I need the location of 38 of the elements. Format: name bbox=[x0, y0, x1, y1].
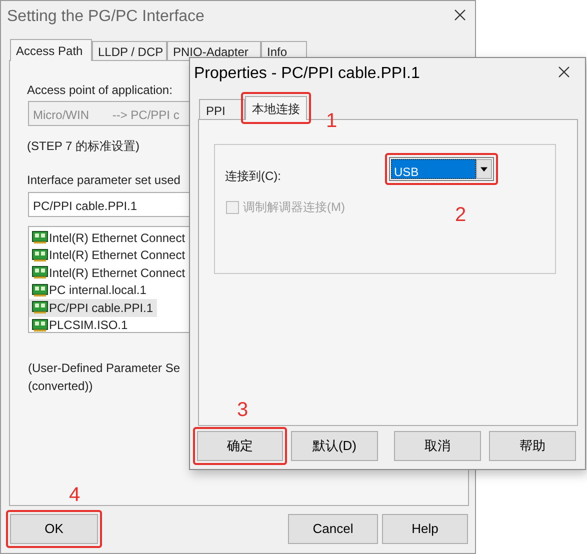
tab[interactable]: 本地连接 bbox=[245, 96, 307, 120]
field-label: Access point of application: bbox=[27, 82, 172, 99]
dialog-button[interactable]: 默认(D) bbox=[291, 431, 378, 461]
dialog-button[interactable]: OK bbox=[10, 514, 98, 544]
tab[interactable]: LLDP / DCP bbox=[92, 41, 167, 61]
tab[interactable]: PPI bbox=[199, 99, 245, 120]
network-card-icon bbox=[32, 284, 48, 297]
list-item[interactable]: PC/PPI cable.PPI.1 bbox=[29, 299, 158, 316]
annotation-number: 2 bbox=[455, 203, 466, 228]
connection-dropdown[interactable]: USB bbox=[389, 157, 494, 181]
dialog-button[interactable]: Cancel bbox=[288, 514, 378, 544]
close-icon[interactable] bbox=[558, 66, 570, 78]
list-item[interactable]: Intel(R) Ethernet Connect bbox=[29, 246, 190, 264]
dialog-button[interactable]: 取消 bbox=[394, 431, 481, 461]
network-card-icon bbox=[32, 231, 48, 244]
field-label: Interface parameter set used bbox=[27, 172, 180, 189]
network-card-icon bbox=[32, 248, 48, 262]
dialog-title: Properties - PC/PPI cable.PPI.1 bbox=[194, 64, 420, 84]
network-card-icon bbox=[32, 318, 48, 332]
close-icon[interactable] bbox=[454, 9, 466, 21]
dialog-button[interactable]: Help bbox=[382, 514, 468, 544]
list-item[interactable]: Intel(R) Ethernet Connect bbox=[29, 264, 190, 282]
annotation-number: 4 bbox=[69, 483, 80, 508]
description-text: (User-Defined Parameter Se bbox=[28, 360, 180, 377]
network-card-icon bbox=[32, 266, 48, 280]
note-text: (STEP 7 的标准设置) bbox=[27, 138, 140, 155]
dialog-button[interactable]: 确定 bbox=[197, 431, 283, 461]
dialog-button[interactable]: 帮助 bbox=[489, 431, 576, 461]
network-card-icon bbox=[32, 301, 48, 314]
list-item[interactable]: Intel(R) Ethernet Connect bbox=[29, 229, 190, 246]
field-label: 连接到(C): bbox=[225, 168, 281, 185]
window-title: Setting the PG/PC Interface bbox=[7, 7, 204, 27]
tab[interactable]: Access Path bbox=[10, 39, 92, 61]
annotation-number: 3 bbox=[237, 398, 248, 423]
description-text: (converted)) bbox=[28, 378, 93, 395]
list-item[interactable]: PC internal.local.1 bbox=[29, 282, 150, 299]
annotation-number: 1 bbox=[326, 109, 338, 134]
list-item[interactable]: PLCSIM.ISO.1 bbox=[29, 316, 132, 332]
